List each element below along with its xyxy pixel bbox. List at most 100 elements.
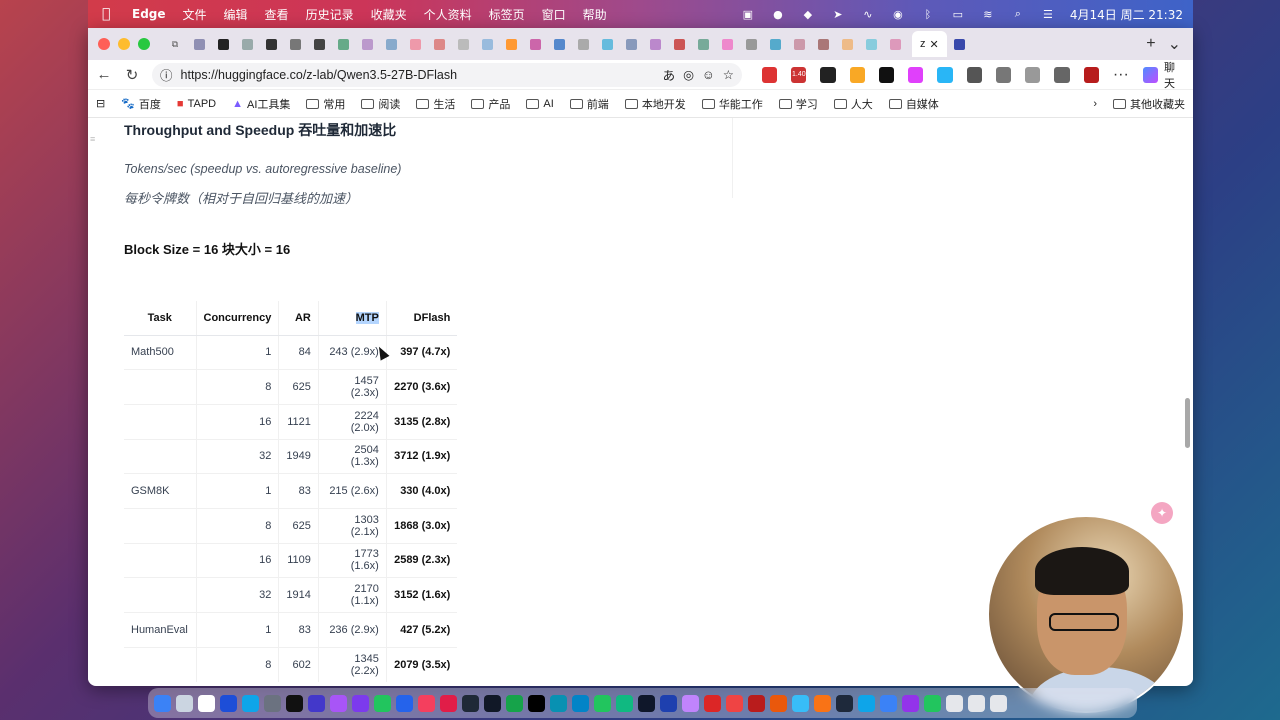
window-thumb-icon[interactable]: [990, 694, 1007, 712]
close-window-icon[interactable]: [98, 38, 110, 50]
tab-favicon[interactable]: [356, 33, 378, 55]
tab-favicon[interactable]: [428, 33, 450, 55]
app-icon[interactable]: [616, 694, 633, 712]
extension-yellow-icon[interactable]: [849, 66, 865, 83]
tab-favicon[interactable]: [284, 33, 306, 55]
app-icon[interactable]: [374, 694, 391, 712]
tab-favicon[interactable]: [949, 33, 971, 55]
bookmark-baidu[interactable]: 🐾 百度: [121, 96, 161, 112]
favorites-icon[interactable]: [1025, 66, 1041, 83]
reading-view-icon[interactable]: ⊟: [96, 97, 105, 110]
menu-profile[interactable]: 个人资料: [424, 6, 472, 23]
tab-favicon[interactable]: [500, 33, 522, 55]
apple-icon[interactable]: : [102, 6, 120, 22]
app-icon[interactable]: [748, 694, 765, 712]
wps-icon[interactable]: [704, 694, 721, 712]
vscode-icon[interactable]: [396, 694, 413, 712]
assistant-float-icon[interactable]: ✦: [1151, 502, 1173, 524]
app-icon[interactable]: [792, 694, 809, 712]
menu-history[interactable]: 历史记录: [306, 6, 354, 23]
back-icon[interactable]: ←: [96, 66, 112, 83]
extension-badge-icon[interactable]: 1.40: [791, 66, 807, 83]
app-icon[interactable]: [242, 694, 259, 712]
bookmark-ai-tools[interactable]: ▲ AI工具集: [232, 96, 290, 112]
tab-favicon[interactable]: [836, 33, 858, 55]
tab-favicon[interactable]: [740, 33, 762, 55]
profile-avatar-icon[interactable]: [1083, 66, 1099, 83]
menu-help[interactable]: 帮助: [583, 6, 607, 23]
tab-favicon[interactable]: [548, 33, 570, 55]
bookmark-folder[interactable]: 华能工作: [701, 96, 763, 112]
tab-favicon[interactable]: [620, 33, 642, 55]
tab-favicon[interactable]: [236, 33, 258, 55]
arrow-icon[interactable]: ➤: [830, 7, 846, 21]
tab-favicon[interactable]: [716, 33, 738, 55]
terminal-icon[interactable]: [286, 694, 303, 712]
reload-icon[interactable]: ↻: [124, 66, 140, 84]
more-menu-icon[interactable]: ···: [1113, 66, 1129, 84]
tab-favicon[interactable]: [668, 33, 690, 55]
performance-icon[interactable]: [1054, 66, 1070, 83]
tab-favicon[interactable]: [212, 33, 234, 55]
waveform-icon[interactable]: ∿: [860, 7, 876, 21]
tracking-prevention-icon[interactable]: ◎: [683, 67, 694, 82]
launchpad-icon[interactable]: [176, 694, 193, 712]
tab-favicon[interactable]: [644, 33, 666, 55]
app-icon[interactable]: [902, 694, 919, 712]
battery-icon[interactable]: ▭: [950, 7, 966, 21]
bookmark-folder[interactable]: 阅读: [361, 96, 400, 112]
bookmark-folder[interactable]: 前端: [569, 96, 609, 112]
bookmark-folder[interactable]: 自媒体: [888, 96, 939, 112]
hd-icon[interactable]: ◉: [890, 7, 906, 21]
tab-favicon[interactable]: [788, 33, 810, 55]
scrollbar-thumb[interactable]: [1185, 398, 1190, 448]
bookmark-folder[interactable]: 常用: [306, 96, 345, 112]
app-icon[interactable]: [924, 694, 941, 712]
split-screen-icon[interactable]: [995, 66, 1012, 83]
calendar-icon[interactable]: [198, 694, 215, 712]
bookmark-folder[interactable]: 学习: [778, 96, 818, 112]
extension-pink-icon[interactable]: [908, 66, 924, 83]
app-icon[interactable]: [462, 694, 479, 712]
drag-handle-icon[interactable]: ≡: [90, 134, 95, 144]
search-icon[interactable]: ⌕: [1010, 7, 1026, 21]
menu-tabs[interactable]: 标签页: [489, 6, 525, 23]
extension-square-icon[interactable]: [878, 66, 895, 83]
tab-favicon[interactable]: [308, 33, 330, 55]
tab-favicon[interactable]: [860, 33, 882, 55]
screen-record-icon[interactable]: ▣: [740, 7, 756, 21]
app-icon[interactable]: [352, 694, 369, 712]
window-thumb-icon[interactable]: [968, 694, 985, 712]
translate-icon[interactable]: あ: [663, 65, 676, 84]
appstore-icon[interactable]: [220, 694, 237, 712]
app-icon[interactable]: [528, 694, 545, 712]
close-tab-icon[interactable]: ✕: [930, 38, 939, 51]
cat-icon[interactable]: ◆: [800, 7, 816, 21]
app-icon[interactable]: [682, 694, 699, 712]
bluetooth-icon[interactable]: ᛒ: [920, 7, 936, 21]
app-icon[interactable]: [814, 694, 831, 712]
tab-favicon[interactable]: [692, 33, 714, 55]
tab-favicon[interactable]: [764, 33, 786, 55]
tab-favicon[interactable]: [572, 33, 594, 55]
extensions-puzzle-icon[interactable]: [966, 66, 982, 83]
chat-label[interactable]: 聊天: [1164, 59, 1185, 91]
activity-icon[interactable]: [484, 694, 501, 712]
url-text[interactable]: https://huggingface.co/z-lab/Qwen3.5-27B…: [181, 68, 655, 82]
settings-icon[interactable]: [264, 694, 281, 712]
window-thumb-icon[interactable]: [946, 694, 963, 712]
app-icon[interactable]: [418, 694, 435, 712]
menu-window[interactable]: 窗口: [542, 6, 566, 23]
menu-view[interactable]: 查看: [265, 6, 289, 23]
new-tab-icon[interactable]: +: [1146, 35, 1155, 53]
menubar-clock[interactable]: 4月14日 周二 21:32: [1070, 6, 1183, 23]
menu-favorites[interactable]: 收藏夹: [371, 6, 407, 23]
tab-favicon[interactable]: [476, 33, 498, 55]
smile-icon[interactable]: ☺: [702, 68, 715, 82]
bookmark-folder[interactable]: 人大: [833, 96, 873, 112]
tab-favicon[interactable]: [524, 33, 546, 55]
extension-red-icon[interactable]: [762, 66, 778, 83]
tab-favicon[interactable]: [812, 33, 834, 55]
tab-actions-icon[interactable]: ⧉: [164, 33, 186, 55]
app-icon[interactable]: [836, 694, 853, 712]
